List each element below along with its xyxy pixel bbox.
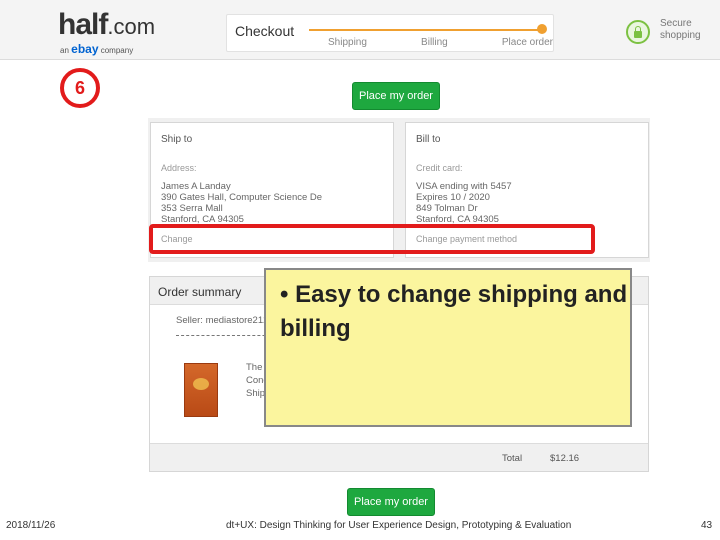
book-cover-image[interactable] — [184, 363, 218, 417]
progress-track — [309, 29, 541, 31]
progress-current-dot — [537, 24, 547, 34]
logo-tagline: an ebay company — [60, 42, 133, 56]
logo-wordmark: half.com — [58, 8, 155, 42]
bill-to-label: Credit card: — [416, 163, 463, 173]
step-place-order: Place order — [501, 37, 553, 48]
bill-detail-line: VISA ending with 5457 — [416, 181, 512, 192]
progress-steps: Shipping Billing Place order — [313, 37, 553, 48]
bill-detail-line: 849 Tolman Dr — [416, 203, 478, 214]
half-com-logo[interactable]: half.com an ebay company — [58, 8, 155, 56]
step-number-badge: 6 — [60, 68, 100, 108]
slide-date: 2018/11/26 — [6, 520, 56, 531]
change-links-highlight — [149, 224, 595, 254]
ebay-brand: ebay — [71, 42, 99, 56]
order-summary-title: Order summary — [158, 285, 242, 299]
step-billing: Billing — [421, 37, 448, 48]
checkout-progress: Checkout Shipping Billing Place order — [226, 14, 554, 52]
bill-detail-line: Expires 10 / 2020 — [416, 192, 490, 203]
annotation-callout: • Easy to change shipping and billing — [264, 268, 632, 427]
ship-address-line: 353 Serra Mall — [161, 203, 223, 214]
logo-sub-prefix: an — [60, 46, 69, 55]
course-title: dt+UX: Design Thinking for User Experien… — [226, 520, 572, 531]
ship-to-title: Ship to — [161, 134, 193, 145]
secure-shopping-badge: Secure shopping — [626, 16, 714, 48]
checkout-title: Checkout — [235, 23, 295, 39]
place-order-button-bottom[interactable]: Place my order — [347, 488, 435, 516]
seller-name[interactable]: Seller: mediastore2121 — [176, 315, 274, 326]
total-label: Total — [502, 453, 523, 464]
logo-suffix-text: .com — [107, 14, 156, 39]
order-total-row: Total $12.16 — [150, 443, 648, 471]
bill-to-title: Bill to — [416, 134, 441, 145]
logo-sub-suffix: company — [100, 46, 134, 55]
slide: half.com an ebay company Checkout Shippi… — [0, 0, 720, 540]
site-header: half.com an ebay company Checkout Shippi… — [0, 0, 720, 60]
secure-line-1: Secure — [660, 18, 692, 29]
total-value: $12.16 — [550, 453, 580, 464]
bill-to-details: VISA ending with 5457 Expires 10 / 2020 … — [416, 181, 512, 225]
secure-line-2: shopping — [660, 30, 701, 41]
ship-address-line: 390 Gates Hall, Computer Science De — [161, 192, 323, 203]
callout-text: • Easy to change shipping and billing — [280, 281, 628, 342]
lock-icon — [626, 20, 650, 44]
ship-to-label: Address: — [161, 163, 197, 173]
step-shipping: Shipping — [328, 37, 367, 48]
ship-to-address: James A Landay 390 Gates Hall, Computer … — [161, 181, 322, 225]
place-order-button-top[interactable]: Place my order — [352, 82, 440, 110]
ship-address-line: James A Landay — [161, 181, 231, 192]
page-number: 43 — [701, 520, 713, 531]
secure-shopping-text: Secure shopping — [660, 18, 701, 42]
logo-main-text: half — [58, 8, 108, 41]
